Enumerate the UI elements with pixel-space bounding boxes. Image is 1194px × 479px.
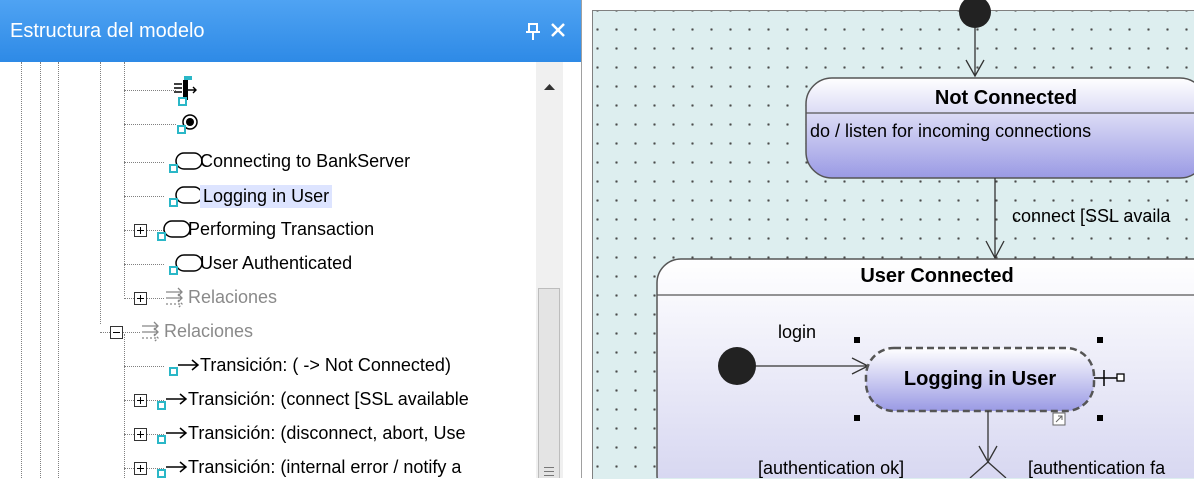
transition-icon bbox=[152, 454, 192, 478]
final-state-icon bbox=[177, 114, 198, 134]
not-connected-activity: do / listen for incoming connections bbox=[810, 121, 1092, 141]
tree-item-user-authenticated[interactable]: User Authenticated bbox=[124, 250, 536, 278]
model-structure-panel: Estructura del modelo Connecting to Bank… bbox=[0, 0, 582, 478]
relations-icon bbox=[128, 318, 168, 353]
transition-icon bbox=[164, 352, 204, 387]
expand-plus-icon[interactable] bbox=[134, 394, 147, 407]
diagram-shapes bbox=[656, 0, 1194, 478]
initial-state-top[interactable] bbox=[959, 0, 991, 28]
tree-item-connecting-to-bankserver[interactable]: Connecting to BankServer bbox=[124, 148, 536, 176]
tree-item-relaciones-inner[interactable]: Relaciones bbox=[124, 284, 536, 312]
expand-plus-icon[interactable] bbox=[134, 428, 147, 441]
tree-item-fork[interactable] bbox=[124, 76, 204, 106]
connect-transition-label[interactable]: connect [SSL availa bbox=[1012, 206, 1170, 227]
expand-plus-icon[interactable] bbox=[134, 224, 147, 237]
tree-item-label: Transición: (internal error / notify a bbox=[188, 457, 462, 477]
collapse-minus-icon[interactable] bbox=[110, 326, 123, 339]
user-connected-title: User Connected bbox=[860, 265, 1014, 287]
scrollbar-thumb[interactable] bbox=[538, 288, 560, 478]
state-icon bbox=[164, 250, 204, 285]
auth-ok-label[interactable]: [authentication ok] bbox=[758, 458, 904, 479]
model-tree: Connecting to BankServer Logging in User P… bbox=[0, 62, 536, 478]
tree-item-label: Transición: (disconnect, abort, Use bbox=[188, 423, 466, 443]
state-icon bbox=[164, 182, 204, 217]
expand-plus-icon[interactable] bbox=[134, 292, 147, 305]
initial-state-inner[interactable] bbox=[718, 347, 756, 385]
tree-item-label: Transición: ( -> Not Connected) bbox=[200, 355, 451, 375]
relations-icon bbox=[152, 284, 192, 319]
tree-item-label: User Authenticated bbox=[200, 253, 353, 273]
tree-item-label: Relaciones bbox=[188, 287, 278, 307]
transition-icon bbox=[152, 420, 192, 455]
tree-item-final-state[interactable] bbox=[124, 110, 204, 138]
tree-item-label: Performing Transaction bbox=[188, 219, 375, 239]
pin-icon[interactable] bbox=[524, 22, 542, 42]
tree-item-label: Connecting to BankServer bbox=[200, 151, 411, 171]
tree-item-logging-in-user[interactable]: Logging in User bbox=[124, 182, 536, 210]
tree-item-transition-connect[interactable]: Transición: (connect [SSL available bbox=[124, 386, 536, 414]
scroll-grip-icon bbox=[544, 467, 554, 468]
tree-item-label: Logging in User bbox=[200, 185, 333, 208]
tree-item-transition-disconnect[interactable]: Transición: (disconnect, abort, Use bbox=[124, 420, 536, 448]
state-icon bbox=[152, 216, 192, 251]
tree-scrollbar[interactable] bbox=[536, 62, 563, 478]
tree-item-relaciones[interactable]: Relaciones bbox=[100, 318, 536, 346]
tree-item-transition-internal-error[interactable]: Transición: (internal error / notify a bbox=[124, 454, 536, 478]
tree-item-performing-transaction[interactable]: Performing Transaction bbox=[124, 216, 536, 244]
expand-plus-icon[interactable] bbox=[134, 462, 147, 475]
panel-header: Estructura del modelo bbox=[0, 0, 581, 62]
state-icon bbox=[164, 148, 204, 183]
tree-item-label: Transición: (connect [SSL available bbox=[188, 389, 469, 409]
logging-in-user-title: Logging in User bbox=[903, 368, 1057, 390]
tree-item-transition-initial[interactable]: Transición: ( -> Not Connected) bbox=[124, 352, 536, 380]
not-connected-title: Not Connected bbox=[934, 87, 1078, 109]
panel-title: Estructura del modelo bbox=[10, 20, 205, 42]
login-transition-label[interactable]: login bbox=[778, 322, 816, 343]
transition-icon bbox=[152, 386, 192, 421]
scroll-up-icon[interactable] bbox=[536, 76, 563, 100]
tree-item-label: Relaciones bbox=[164, 321, 254, 341]
auth-fail-label[interactable]: [authentication fa bbox=[1028, 458, 1165, 479]
state-diagram-view: Not Connected do / listen for incoming c… bbox=[582, 0, 1194, 479]
fork-join-icon bbox=[174, 76, 197, 106]
close-icon[interactable] bbox=[548, 20, 568, 40]
